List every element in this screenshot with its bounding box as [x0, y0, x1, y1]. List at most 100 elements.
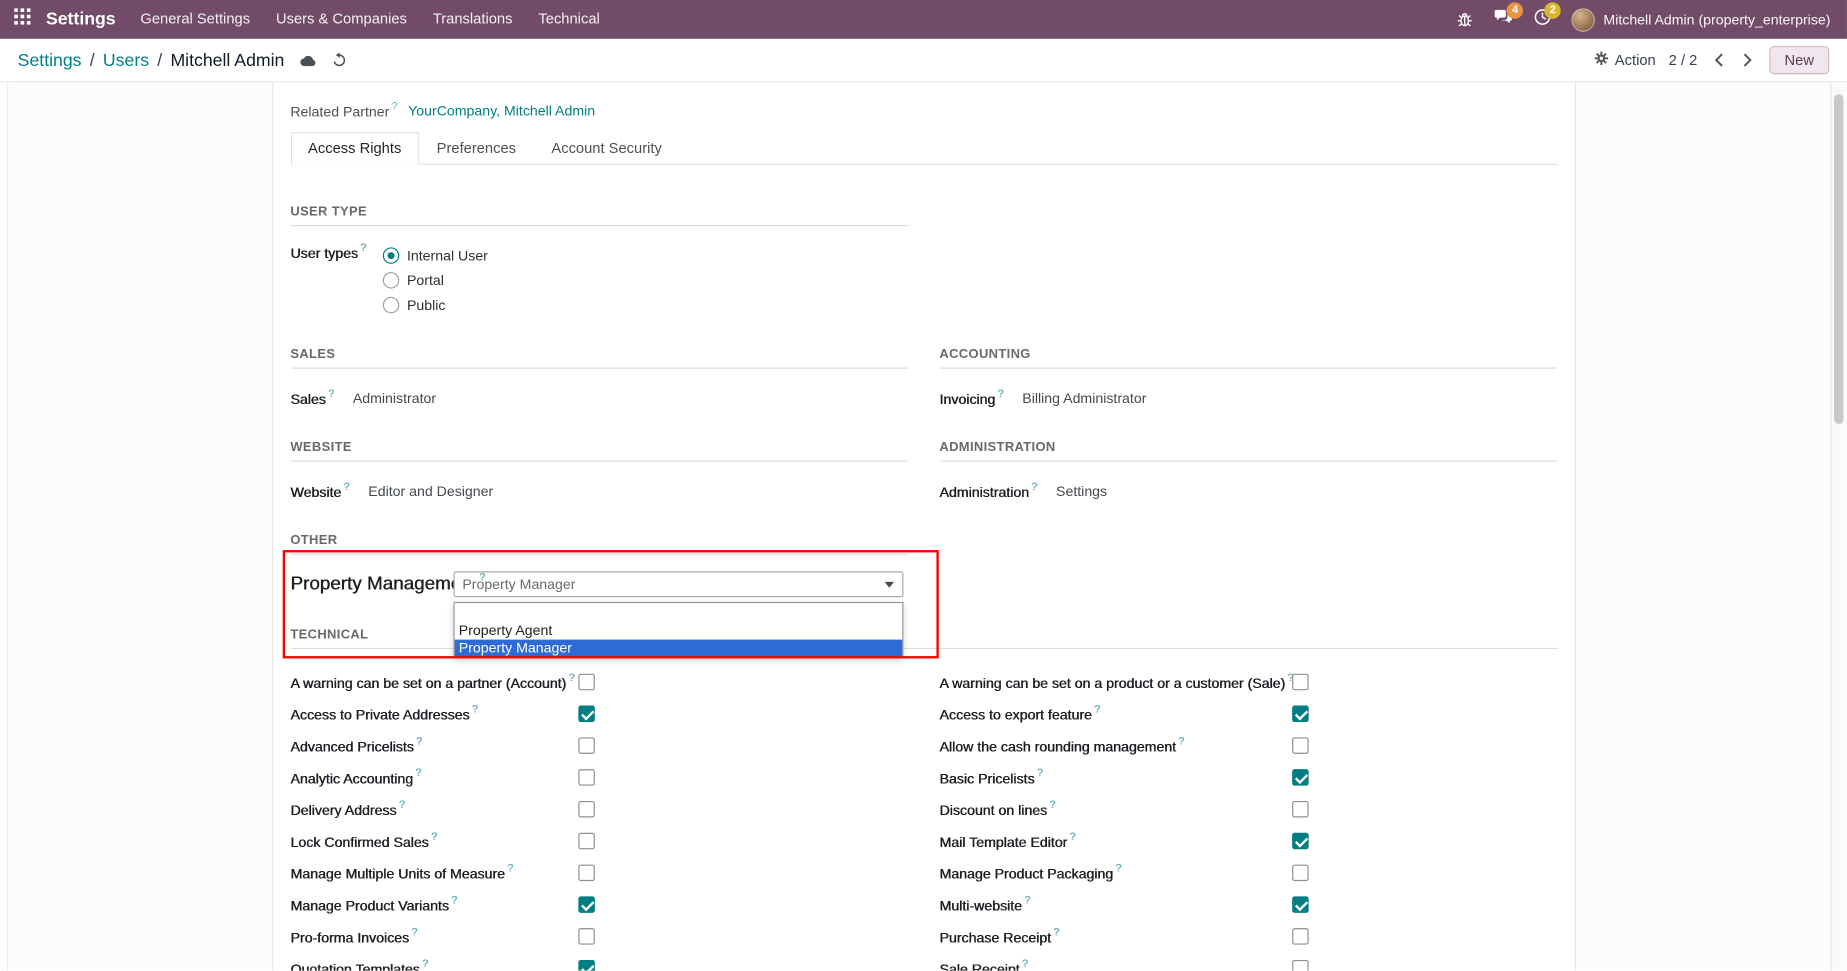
content-left-border: [7, 82, 8, 970]
scrollbar-thumb[interactable]: [1834, 94, 1843, 424]
checkbox-basic-pricelists[interactable]: [1292, 769, 1308, 785]
pager-next-button[interactable]: [1740, 51, 1756, 70]
tabs: Access RightsPreferencesAccount Security: [290, 132, 1556, 165]
save-cloud-icon[interactable]: [299, 52, 318, 67]
user-type-option-public[interactable]: Public: [382, 292, 488, 317]
help-marker: ?: [507, 862, 513, 874]
invoicing-value[interactable]: Billing Administrator: [1022, 389, 1146, 405]
activities-button[interactable]: 2: [1534, 8, 1552, 32]
help-marker: ?: [1031, 480, 1037, 492]
checkbox-multi-website[interactable]: [1292, 896, 1308, 912]
breadcrumb-item-users[interactable]: Users: [103, 50, 149, 70]
tab-preferences[interactable]: Preferences: [419, 132, 534, 165]
checkbox-label: Pro-forma Invoices?: [290, 926, 577, 945]
tab-access-rights[interactable]: Access Rights: [290, 132, 419, 165]
checkbox-row: Discount on lines?: [939, 793, 1556, 825]
app-name[interactable]: Settings: [46, 9, 116, 29]
debug-bug-icon[interactable]: [1456, 11, 1474, 29]
tab-account-security[interactable]: Account Security: [534, 132, 680, 165]
checkbox-access-to-export-feature[interactable]: [1292, 705, 1308, 721]
radio-label: Internal User: [407, 247, 488, 263]
website-label: Website?: [290, 481, 349, 500]
action-menu-button[interactable]: Action: [1594, 51, 1656, 70]
checkbox-advanced-pricelists[interactable]: [578, 737, 594, 753]
related-partner-label: Related Partner?: [290, 101, 408, 120]
checkbox-label: Mail Template Editor?: [939, 831, 1291, 850]
dropdown-option-property-manager[interactable]: Property Manager: [454, 640, 902, 658]
checkbox-quotation-templates[interactable]: [578, 959, 594, 970]
checkbox-row: Purchase Receipt?: [939, 920, 1556, 952]
user-type-option-internal-user[interactable]: Internal User: [382, 243, 488, 268]
checkbox-discount-on-lines[interactable]: [1292, 800, 1308, 816]
user-menu[interactable]: Mitchell Admin (property_enterprise): [1572, 8, 1831, 32]
administration-value[interactable]: Settings: [1056, 482, 1107, 498]
navbar-menu-item-technical[interactable]: Technical: [525, 0, 612, 39]
checkbox-label: Purchase Receipt?: [939, 926, 1291, 945]
caret-down-icon: [884, 581, 893, 587]
checkbox-manage-multiple-units-of-measure[interactable]: [578, 864, 594, 880]
help-marker: ?: [1094, 703, 1100, 715]
breadcrumb-item-settings[interactable]: Settings: [18, 50, 82, 70]
help-marker: ?: [416, 734, 422, 746]
scrollbar[interactable]: [1830, 82, 1845, 970]
radio-button[interactable]: [382, 272, 398, 288]
access-rights-tab-content: USER TYPE User types? Internal UserPorta…: [290, 165, 1556, 971]
new-button[interactable]: New: [1769, 46, 1829, 74]
checkbox-label: Multi-website?: [939, 895, 1291, 914]
help-marker: ?: [422, 957, 428, 969]
checkbox-row: Sale Receipt?: [939, 952, 1556, 971]
checkbox-sale-receipt[interactable]: [1292, 959, 1308, 970]
checkbox-manage-product-variants[interactable]: [578, 896, 594, 912]
action-label: Action: [1615, 52, 1656, 68]
checkbox-access-to-private-addresses[interactable]: [578, 705, 594, 721]
breadcrumb-item-mitchell-admin: Mitchell Admin: [170, 50, 284, 70]
checkbox-pro-forma-invoices[interactable]: [578, 928, 594, 944]
section-sales: SALES Sales? Administrator: [290, 347, 907, 409]
help-marker: ?: [415, 766, 421, 778]
navbar-menu-item-users-companies[interactable]: Users & Companies: [263, 0, 420, 39]
apps-menu-button[interactable]: [9, 8, 35, 30]
apps-grid-icon: [14, 8, 30, 30]
checkbox-row: Allow the cash rounding management?: [939, 729, 1556, 761]
navbar-menu-item-translations[interactable]: Translations: [420, 0, 526, 39]
pager-previous-button[interactable]: [1710, 51, 1726, 70]
checkbox-lock-confirmed-sales[interactable]: [578, 832, 594, 848]
discard-icon[interactable]: [331, 52, 347, 68]
checkbox-analytic-accounting[interactable]: [578, 769, 594, 785]
help-marker: ?: [1049, 798, 1055, 810]
checkbox-purchase-receipt[interactable]: [1292, 928, 1308, 944]
website-value[interactable]: Editor and Designer: [368, 482, 493, 498]
checkbox-a-warning-can-be-set-on-a-partner-account[interactable]: [578, 673, 594, 689]
help-marker: ?: [360, 241, 366, 253]
breadcrumb-separator: /: [90, 50, 95, 70]
help-marker: ?: [411, 925, 417, 937]
checkbox-label: Basic Pricelists?: [939, 767, 1291, 786]
radio-label: Public: [407, 296, 446, 312]
user-type-options: Internal User Portal Public: [382, 243, 488, 317]
help-marker: ?: [1053, 925, 1059, 937]
checkbox-row: A warning can be set on a partner (Accou…: [290, 666, 907, 698]
technical-left-list: A warning can be set on a partner (Accou…: [290, 666, 907, 971]
checkbox-a-warning-can-be-set-on-a-product-or-a-customer-sale[interactable]: [1292, 673, 1308, 689]
related-partner-link[interactable]: YourCompany, Mitchell Admin: [408, 102, 595, 118]
radio-button[interactable]: [382, 296, 398, 312]
user-type-option-portal[interactable]: Portal: [382, 267, 488, 292]
checkbox-delivery-address[interactable]: [578, 800, 594, 816]
sales-value[interactable]: Administrator: [353, 389, 436, 405]
help-marker: ?: [328, 387, 334, 399]
navbar-menu-item-general-settings[interactable]: General Settings: [127, 0, 263, 39]
property-management-select[interactable]: Property Manager: [453, 571, 903, 597]
checkbox-manage-product-packaging[interactable]: [1292, 864, 1308, 880]
checkbox-row: A warning can be set on a product or a c…: [939, 666, 1556, 698]
control-panel-right: Action 2 / 2 New: [1594, 46, 1830, 74]
dropdown-option-empty[interactable]: [454, 604, 902, 622]
invoicing-label: Invoicing?: [939, 388, 1003, 407]
checkbox-row: Access to Private Addresses?: [290, 697, 907, 729]
radio-button[interactable]: [382, 247, 398, 263]
checkbox-allow-the-cash-rounding-management[interactable]: [1292, 737, 1308, 753]
form-sheet: Related Partner? YourCompany, Mitchell A…: [272, 82, 1576, 970]
dropdown-option-property-agent[interactable]: Property Agent: [454, 622, 902, 640]
checkbox-label: A warning can be set on a partner (Accou…: [290, 672, 577, 691]
checkbox-mail-template-editor[interactable]: [1292, 832, 1308, 848]
messages-button[interactable]: 4: [1494, 8, 1514, 32]
